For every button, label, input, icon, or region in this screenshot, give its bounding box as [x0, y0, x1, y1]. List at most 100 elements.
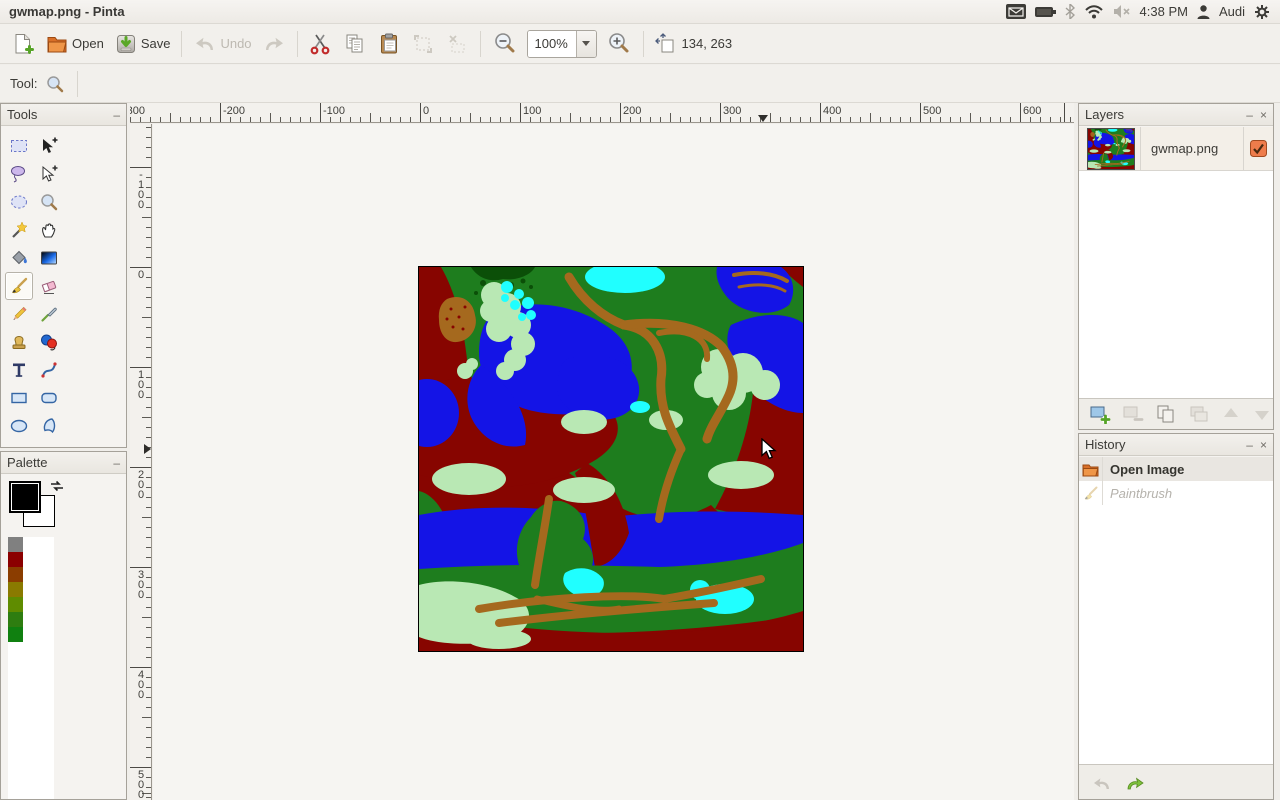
move-layer-down-button[interactable]: [1252, 404, 1272, 424]
layers-panel-title: Layers: [1085, 107, 1124, 122]
open-button[interactable]: Open: [40, 30, 109, 58]
new-image-button[interactable]: [6, 30, 40, 58]
layers-toolbar: [1079, 398, 1273, 429]
tool-rectangle-select[interactable]: [5, 132, 33, 160]
primary-color[interactable]: [9, 481, 41, 513]
wifi-icon[interactable]: [1084, 5, 1104, 19]
palette-swatch[interactable]: [8, 612, 23, 627]
toolbar-separator: [77, 71, 78, 97]
history-undo-button[interactable]: [1089, 771, 1113, 793]
add-layer-button[interactable]: [1089, 404, 1111, 424]
zoom-level-combo[interactable]: 100%: [527, 30, 597, 58]
tool-eraser[interactable]: [35, 272, 63, 300]
swap-colors-icon[interactable]: [49, 479, 65, 493]
zoom-level-value[interactable]: 100%: [528, 31, 576, 57]
tool-pencil[interactable]: [5, 300, 33, 328]
toolbar-separator: [181, 31, 182, 57]
history-item-paintbrush[interactable]: Paintbrush: [1079, 481, 1273, 505]
duplicate-layer-button[interactable]: [1155, 404, 1177, 424]
ruler-label: 400: [823, 105, 841, 117]
title-bar: gwmap.png - Pinta 4:38 PM Audi: [0, 0, 1280, 24]
ruler-label: -100: [323, 105, 345, 117]
undo-button[interactable]: Undo: [188, 30, 256, 58]
move-layer-up-button[interactable]: [1221, 404, 1241, 424]
position-value: 134, 263: [682, 36, 733, 51]
paste-button[interactable]: [372, 30, 406, 58]
ruler-label: 200: [623, 105, 641, 117]
vertical-ruler: -100 0 100 200 300 400 500: [130, 124, 152, 800]
tool-move-selection[interactable]: [35, 160, 63, 188]
palette-swatch[interactable]: [8, 627, 23, 642]
paste-icon: [377, 32, 401, 56]
palette-swatch-strip: [8, 537, 54, 799]
minimize-button[interactable]: –: [113, 457, 120, 469]
position-icon: [655, 33, 675, 55]
palette-swatch[interactable]: [8, 537, 23, 552]
remove-layer-button[interactable]: [1122, 404, 1144, 424]
layer-thumbnail: [1087, 128, 1135, 170]
clock[interactable]: 4:38 PM: [1140, 4, 1188, 19]
tool-rounded-rectangle[interactable]: [35, 384, 63, 412]
tool-gradient[interactable]: [35, 244, 63, 272]
tool-freeform-shape[interactable]: [35, 412, 63, 440]
palette-swatch[interactable]: [8, 552, 23, 567]
ruler-label: 300: [723, 105, 741, 117]
tool-magic-wand[interactable]: [5, 216, 33, 244]
new-document-icon: [11, 32, 35, 56]
close-button[interactable]: ×: [1260, 439, 1267, 451]
palette-panel: Palette –: [0, 451, 127, 800]
tool-paintbrush[interactable]: [5, 272, 33, 300]
tool-recolor[interactable]: [35, 328, 63, 356]
session-gear-icon[interactable]: [1254, 4, 1270, 20]
close-button[interactable]: ×: [1260, 109, 1267, 121]
battery-icon[interactable]: [1035, 6, 1056, 18]
copy-icon: [343, 32, 367, 56]
minimize-button[interactable]: –: [1246, 109, 1253, 121]
deselect-button[interactable]: [440, 30, 474, 58]
save-button[interactable]: Save: [109, 30, 176, 58]
open-folder-icon: [45, 32, 69, 56]
tool-ellipse[interactable]: [5, 412, 33, 440]
zoom-out-button[interactable]: [487, 29, 523, 59]
history-redo-button[interactable]: [1124, 771, 1148, 793]
tool-color-picker[interactable]: [35, 300, 63, 328]
copy-button[interactable]: [338, 30, 372, 58]
tool-lasso-select[interactable]: [5, 160, 33, 188]
zoom-in-button[interactable]: [601, 29, 637, 59]
tool-text[interactable]: [5, 356, 33, 384]
palette-swatch[interactable]: [8, 597, 23, 612]
tool-clone-stamp[interactable]: [5, 328, 33, 356]
cut-button[interactable]: [304, 30, 338, 58]
volume-muted-icon[interactable]: [1113, 5, 1131, 18]
zoom-in-icon: [606, 31, 632, 57]
crop-to-selection-button[interactable]: [406, 30, 440, 58]
tool-ellipse-select[interactable]: [5, 188, 33, 216]
zoom-dropdown-button[interactable]: [576, 31, 596, 57]
current-tool-zoom-icon[interactable]: [45, 74, 65, 94]
ruler-position-marker-h: [758, 115, 768, 122]
tool-move-selected[interactable]: [35, 132, 63, 160]
minimize-button[interactable]: –: [113, 109, 120, 121]
tool-line-curve[interactable]: [35, 356, 63, 384]
palette-swatch[interactable]: [8, 582, 23, 597]
tool-zoom[interactable]: [35, 188, 63, 216]
tool-options-label: Tool:: [10, 76, 37, 91]
tool-pan[interactable]: [35, 216, 63, 244]
mail-icon[interactable]: [1006, 4, 1026, 19]
zoom-out-icon: [492, 31, 518, 57]
tool-paint-bucket[interactable]: [5, 244, 33, 272]
cursor-position-display: 134, 263: [650, 31, 738, 57]
palette-swatch[interactable]: [8, 567, 23, 582]
tools-panel-title: Tools: [7, 107, 37, 122]
minimize-button[interactable]: –: [1246, 439, 1253, 451]
username[interactable]: Audi: [1219, 4, 1245, 19]
tool-rectangle[interactable]: [5, 384, 33, 412]
layer-visibility-checkbox[interactable]: [1250, 140, 1267, 157]
bluetooth-icon[interactable]: [1065, 4, 1075, 19]
merge-layer-down-button[interactable]: [1188, 404, 1210, 424]
history-item-open-image[interactable]: Open Image: [1079, 457, 1273, 481]
layer-row[interactable]: gwmap.png: [1079, 127, 1273, 171]
redo-button[interactable]: [257, 30, 291, 58]
ruler-label: -300: [130, 105, 145, 117]
canvas-image[interactable]: [418, 266, 804, 652]
